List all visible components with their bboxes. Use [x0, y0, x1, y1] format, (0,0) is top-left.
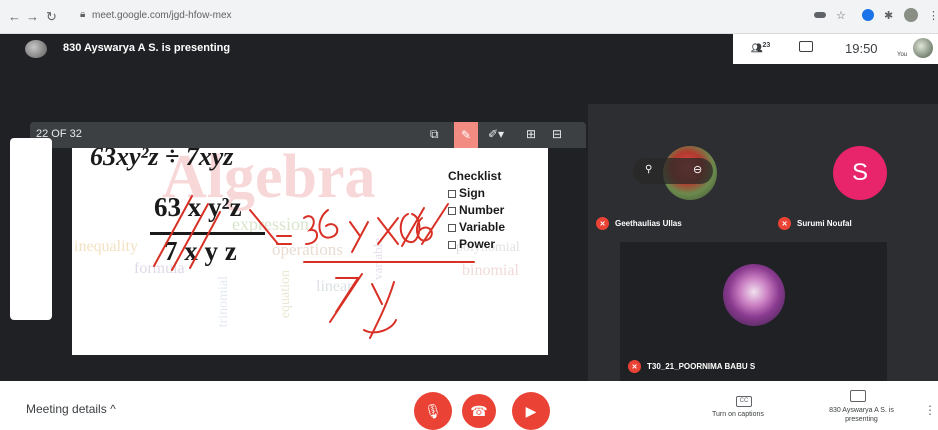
ink-strike — [329, 273, 363, 323]
arrow-right-icon[interactable]: → — [26, 9, 39, 24]
slide-toolbar: 22 OF 32 ⧉ ✎ ✐▾ ⊞ ⊟ — [30, 122, 586, 148]
mic-off-icon: ✕ — [596, 217, 609, 230]
reload-icon[interactable]: ↻ — [46, 9, 57, 25]
participant-label: ✕ T30_21_POORNIMA BABU S — [628, 360, 755, 373]
camera-indicator-icon[interactable] — [814, 12, 826, 18]
chevron-up-icon: ^ — [110, 402, 116, 416]
ink-letter — [363, 281, 397, 339]
arrow-left-icon[interactable]: ← — [8, 9, 21, 24]
fullscreen-icon[interactable]: ⧉ — [430, 127, 439, 142]
side-panel — [10, 138, 52, 320]
meeting-controls-bar: Meeting details ^ 🎙︎ ☎︎ ▶︎ CC Turn on ca… — [0, 381, 938, 430]
profile-avatar[interactable] — [904, 8, 918, 22]
mic-toggle-button[interactable]: 🎙︎ — [414, 392, 452, 430]
ink-annotations — [153, 195, 475, 339]
ink-letter — [377, 217, 399, 245]
clock-time: 19:50 — [845, 41, 878, 56]
browser-toolbar: ← → ↻ 🔒︎ meet.google.com/jgd-hfow-mex ☆ … — [0, 0, 938, 34]
top-right-controls: 👥︎23 19:50 You — [733, 34, 938, 64]
ink-strike — [153, 195, 193, 267]
mic-off-icon: ✕ — [778, 217, 791, 230]
meeting-details-button[interactable]: Meeting details ^ — [26, 402, 116, 416]
pen-icon: ✎ — [460, 128, 472, 142]
phone-hangup-icon: ☎︎ — [470, 402, 488, 419]
participant-label: ✕ Geethaulias Ullas — [596, 217, 682, 230]
you-label: You — [897, 52, 908, 58]
presenter-avatar — [25, 40, 47, 58]
ink-equals — [276, 235, 292, 245]
mic-off-icon: ✕ — [628, 360, 641, 373]
camera-off-icon: ▶︎ — [525, 402, 537, 419]
extension-icon[interactable] — [862, 9, 874, 21]
self-avatar[interactable] — [913, 38, 933, 58]
chat-icon[interactable] — [799, 41, 813, 52]
ink-strike — [421, 203, 449, 245]
puzzle-icon[interactable]: ✱ — [884, 9, 893, 22]
camera-toggle-button[interactable]: ▶︎ — [512, 392, 550, 430]
presenter-label: 830 Ayswarya A S. is presenting — [63, 42, 231, 54]
captions-icon[interactable]: CC — [736, 396, 752, 407]
address-bar[interactable]: meet.google.com/jgd-hfow-mex — [92, 10, 232, 21]
ink-digit — [318, 209, 339, 239]
browser-menu-icon[interactable]: ⋮ — [928, 9, 938, 22]
ink-strike — [171, 203, 209, 271]
people-icon[interactable]: 👥︎23 — [751, 42, 770, 54]
highlighter-icon[interactable]: ✐▾ — [488, 127, 504, 141]
mic-off-icon: 🎙︎ — [424, 402, 442, 419]
presentation-slide: Algebra expression inequality operations… — [72, 148, 548, 355]
ink-digit — [303, 215, 318, 245]
ink-letter — [349, 221, 369, 253]
ink-strike — [249, 209, 279, 245]
participant-label: ✕ Surumi Noufal — [778, 217, 852, 230]
pen-tool-button[interactable]: ✎ — [454, 122, 478, 148]
pin-icon[interactable]: ⚲ — [645, 164, 652, 175]
present-now-icon[interactable] — [850, 390, 866, 402]
present-icon[interactable]: ⊞ — [526, 127, 536, 141]
exit-present-icon[interactable]: ⊟ — [552, 127, 562, 141]
captions-label[interactable]: Turn on captions — [712, 411, 764, 418]
participant-tile[interactable]: ✕ T30_21_POORNIMA BABU S — [620, 242, 887, 381]
star-icon[interactable]: ☆ — [836, 9, 846, 22]
more-options-icon[interactable]: ⋮ — [924, 403, 936, 417]
lock-icon[interactable]: 🔒︎ — [80, 9, 85, 20]
presenting-label[interactable]: 830 Ayswarya A S. is presenting — [814, 406, 909, 424]
participant-avatar-initial: S — [833, 146, 887, 200]
tile-hover-controls: ⚲ ⊖ — [633, 158, 713, 184]
participant-avatar — [723, 264, 785, 326]
ink-strike — [189, 211, 221, 269]
participant-grid: ⚲ ⊖ ✕ Geethaulias Ullas S ✕ Surumi Noufa… — [588, 104, 938, 381]
remove-icon[interactable]: ⊖ — [693, 163, 702, 176]
meet-stage: 830 Ayswarya A S. is presenting 👥︎23 19:… — [0, 34, 938, 381]
people-count: 23 — [762, 42, 771, 49]
